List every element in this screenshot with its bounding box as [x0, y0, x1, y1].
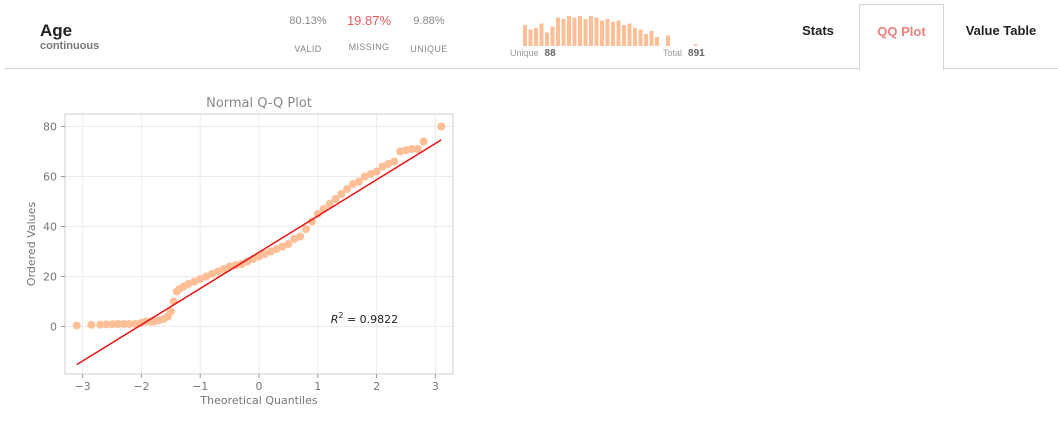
stat-missing: 19.87% MISSING [341, 13, 397, 53]
stat-value: 9.88% [413, 15, 445, 27]
column-name: Age [40, 21, 73, 40]
histogram-bar [594, 17, 599, 46]
histogram-bar [556, 17, 560, 46]
column-type: continuous [40, 40, 100, 52]
stat-label: UNIQUE [410, 44, 448, 54]
data-point [296, 232, 305, 241]
tab-stats[interactable]: Stats [776, 4, 860, 68]
chart-title: Normal Q-Q Plot [206, 96, 312, 111]
tab-qq-plot[interactable]: QQ Plot [859, 4, 944, 70]
histogram-bar [545, 32, 549, 46]
stat-value: 80.13% [289, 15, 327, 27]
y-axis-label: Ordered Values [25, 202, 38, 286]
histogram-bar [616, 20, 621, 46]
histogram-bar [666, 35, 670, 46]
histogram-bar [605, 19, 610, 46]
x-tick-label: 2 [373, 380, 380, 393]
y-tick-label: 40 [43, 221, 57, 234]
histogram-bar [567, 16, 571, 46]
stat-unique: 9.88% UNIQUE [401, 14, 457, 54]
histogram-bar [611, 22, 615, 46]
y-tick-label: 0 [50, 321, 57, 334]
histogram-bar [693, 44, 698, 46]
data-point [72, 321, 81, 330]
histogram-bar [600, 20, 604, 46]
histogram-bar [638, 29, 643, 46]
mini-histogram [523, 16, 698, 46]
histogram-bar [534, 28, 538, 46]
x-tick-label: −1 [192, 380, 208, 393]
stat-label: VALID [294, 44, 322, 54]
histogram-bar [578, 16, 582, 46]
r-squared-annotation: R2 = 0.9822 [331, 311, 398, 326]
histogram-bar [589, 16, 593, 46]
stat-value: 19.87% [346, 13, 392, 28]
tab-value-table[interactable]: Value Table [944, 4, 1058, 68]
histogram-bar [627, 23, 632, 46]
histogram-bar [622, 25, 626, 46]
data-point [437, 122, 446, 131]
x-tick-label: −2 [133, 380, 149, 393]
histogram-bar [644, 34, 648, 46]
total-count-label: Total [663, 48, 683, 58]
y-tick-label: 20 [43, 271, 57, 284]
x-tick-label: 0 [256, 380, 263, 393]
histogram-bar [523, 25, 527, 46]
total-count-value: 891 [688, 48, 705, 59]
histogram-bar [550, 26, 555, 46]
stat-label: MISSING [348, 42, 390, 52]
x-tick-label: 3 [432, 380, 439, 393]
column-title-block: Age continuous [40, 22, 99, 53]
x-axis-label: Theoretical Quantiles [199, 394, 317, 407]
histogram-bar [528, 29, 533, 46]
unique-count: Unique 88 [510, 48, 556, 59]
x-tick-label: −3 [75, 380, 91, 393]
total-count: Total 891 [663, 48, 705, 59]
data-point [419, 137, 428, 146]
qq-plot-chart: −3 −2 −1 0 1 2 3 0 20 40 60 80 Normal Q-Q Plot Theore… [25, 96, 454, 407]
data-point [302, 225, 311, 233]
unique-count-value: 88 [544, 48, 556, 59]
y-tick-label: 80 [43, 121, 57, 134]
stat-valid: 80.13% VALID [280, 14, 336, 54]
histogram-bar [649, 31, 654, 46]
data-point [87, 320, 96, 329]
histogram-bar [572, 17, 577, 46]
y-tick-label: 60 [43, 171, 57, 184]
histogram-bar [561, 19, 566, 46]
column-header: Age continuous 80.13% VALID 19.87% MISSI… [4, 0, 1058, 70]
histogram-bar [655, 37, 659, 46]
x-tick-label: 1 [314, 380, 321, 393]
unique-count-label: Unique [510, 48, 539, 58]
data-point [390, 157, 399, 166]
histogram-bar [583, 19, 588, 46]
histogram-bar [539, 23, 544, 46]
histogram-bar [633, 28, 637, 46]
